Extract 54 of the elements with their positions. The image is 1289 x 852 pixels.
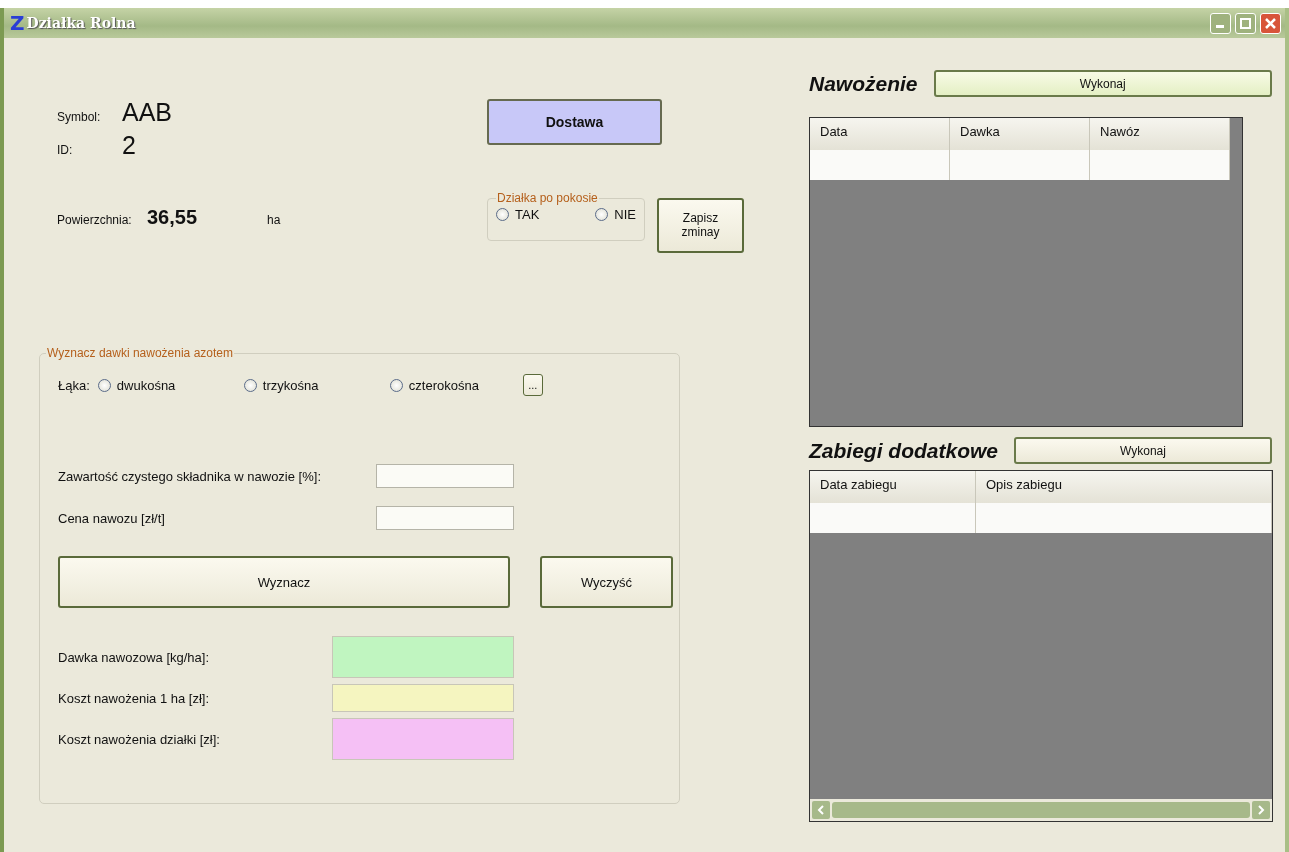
table-cell[interactable] — [976, 503, 1272, 533]
clear-button[interactable]: Wyczyść — [540, 556, 673, 608]
table-cell[interactable] — [1090, 150, 1230, 180]
minimize-button[interactable] — [1210, 12, 1231, 34]
execute-button[interactable]: Wykonaj — [1014, 437, 1272, 464]
input-field[interactable] — [376, 506, 514, 530]
app-logo: Z — [10, 11, 25, 35]
column-header[interactable]: Dawka — [950, 118, 1090, 150]
radio-circle[interactable] — [496, 208, 509, 221]
horizontal-scrollbar[interactable] — [810, 799, 1272, 821]
field-label: ID: — [57, 143, 74, 157]
result-label: Koszt nawożenia działki [zł]: — [58, 731, 221, 747]
delivery-button[interactable]: Dostawa — [487, 99, 662, 145]
maximize-button[interactable] — [1235, 12, 1256, 34]
more-button[interactable]: ... — [522, 374, 543, 396]
group-title: Działka po pokosie — [496, 191, 599, 205]
area-value: 36,55 — [147, 206, 199, 229]
input-field[interactable] — [376, 464, 514, 488]
column-header[interactable]: Data — [810, 118, 950, 150]
column-header[interactable]: Opis zabiegu — [976, 471, 1272, 503]
unit-label: ha — [267, 213, 281, 227]
result-label: Dawka nawozowa [kg/ha]: — [58, 649, 211, 665]
section-heading: Nawożenie — [809, 71, 918, 96]
table-cell[interactable] — [810, 150, 950, 180]
field-label: Powierzchnia: — [57, 213, 133, 227]
radio-option[interactable]: czterokośna — [389, 377, 479, 393]
column-header[interactable]: Data zabiegu — [810, 471, 976, 503]
close-icon[interactable] — [1265, 17, 1276, 29]
window-title: Działka Rolna — [26, 15, 136, 31]
radio-circle[interactable] — [595, 208, 609, 221]
maximize-icon[interactable] — [1240, 17, 1251, 29]
close-button[interactable] — [1260, 12, 1281, 34]
radio-option[interactable]: dwukośna — [97, 377, 176, 393]
radio-option[interactable]: trzykośna — [243, 377, 319, 393]
field-label: Cena nawozu [zł/t] — [58, 510, 166, 526]
radio-option[interactable]: TAK — [496, 207, 540, 222]
calculate-button[interactable]: Wyznacz — [58, 556, 510, 608]
field-label: Zawartość czystego składnika w nawozie [%]: — [58, 468, 322, 484]
section-heading: Zabiegi dodatkowe — [809, 438, 999, 463]
radio-circle[interactable] — [243, 378, 257, 392]
radio-circle[interactable] — [389, 378, 403, 392]
result-label: Koszt nawożenia 1 ha [zł]: — [58, 690, 211, 706]
field-label: Symbol: — [57, 110, 102, 124]
save-button[interactable]: Zapisz zminay — [657, 198, 744, 253]
id-value: 2 — [122, 131, 136, 160]
table-cell[interactable] — [950, 150, 1090, 180]
radio-option[interactable]: NIE — [595, 207, 636, 222]
symbol-value: AAB — [122, 98, 173, 127]
group-title: Wyznacz dawki nawożenia azotem — [46, 346, 234, 360]
radio-circle[interactable] — [97, 378, 111, 392]
table-cell[interactable] — [810, 503, 976, 533]
execute-button[interactable]: Wykonaj — [933, 70, 1272, 97]
column-header[interactable]: Nawóz — [1090, 118, 1230, 150]
meadow-label: Łąka: — [58, 377, 90, 393]
